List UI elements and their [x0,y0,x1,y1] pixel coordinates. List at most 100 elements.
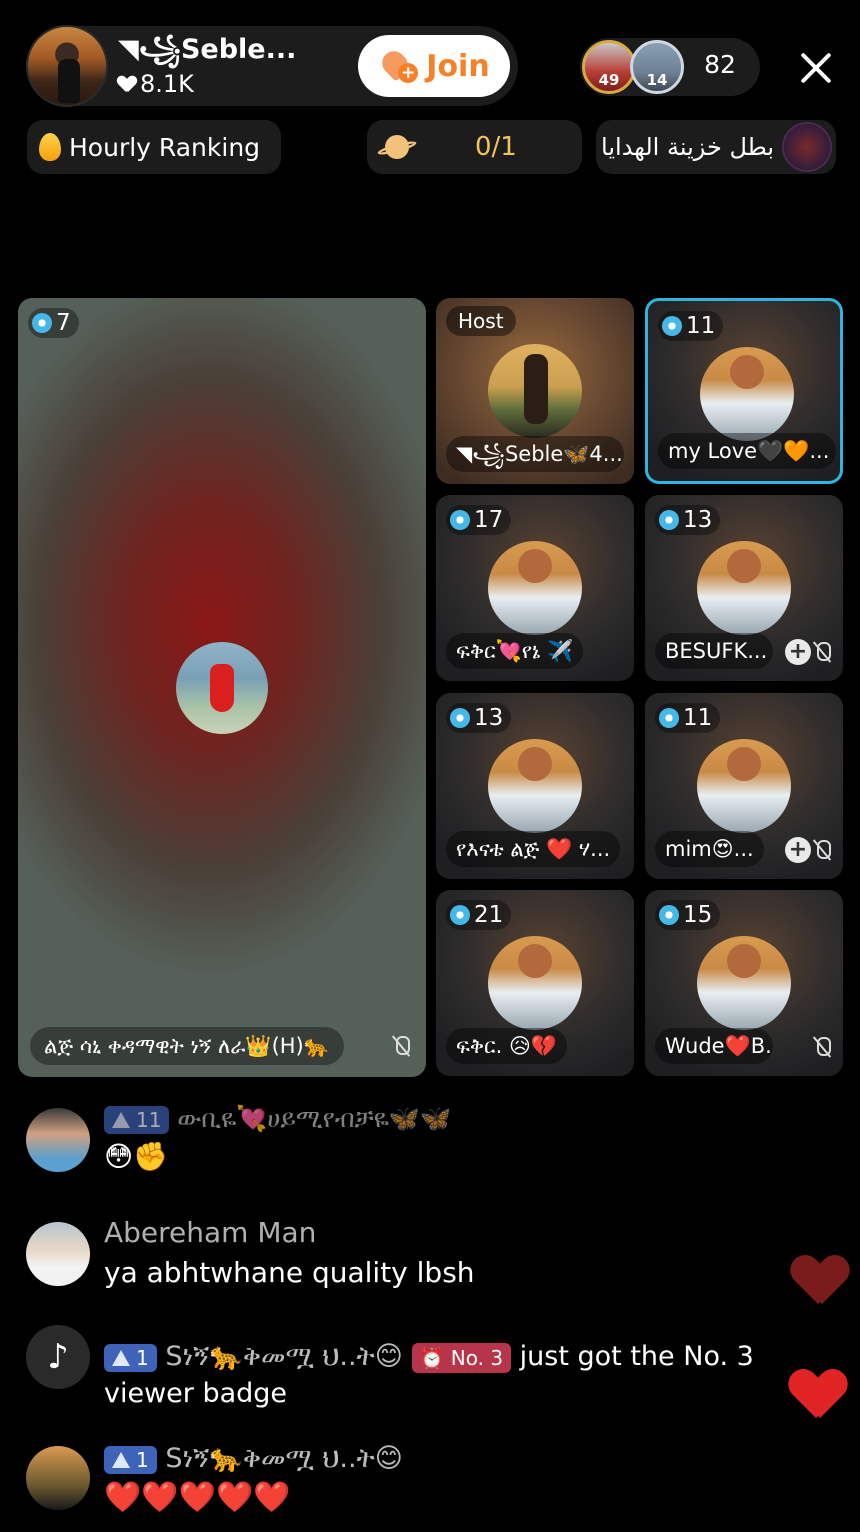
viewer-rank-badge: 49 [598,71,620,89]
gem-icon [32,313,52,333]
level-triangle-icon [112,1349,130,1366]
gift-goal-pill[interactable]: 0/1 [367,120,582,174]
chat-sender-name: Sነኝ🐆ቅመሟ ህ..ት😊 [165,1443,403,1474]
follow-plus-icon[interactable]: + [785,837,811,863]
chat-sender-name[interactable]: Sነኝ🐆ቅመሟ ህ..ት😊 [165,1341,403,1372]
guest-avatar [697,739,791,833]
host-tile[interactable]: Host ◥꧁Seble🦋4... [436,298,634,484]
mic-muted-icon [390,1035,412,1057]
gem-icon [659,905,679,925]
chat-avatar[interactable] [26,1446,90,1510]
gem-icon [662,316,682,336]
host-avatar[interactable] [26,25,108,107]
tile-name-label: የእናቴ ልጅ ❤️ ሃ... [446,831,621,867]
gem-icon [659,708,679,728]
chat-message-continued: viewer badge [104,1378,288,1409]
gift-hero-avatar [782,122,832,172]
gem-count: 13 [474,705,504,731]
level-badge: 1 [104,1343,157,1372]
guest-avatar [697,541,791,635]
gift-hero-pill[interactable]: بطل خزينة الهدايا [596,120,836,174]
host-likes: 8.1K [118,70,194,98]
gem-badge: 15 [655,900,721,930]
gem-count: 13 [683,507,713,533]
gem-count: 15 [683,902,713,928]
gem-icon [659,510,679,530]
chat-message: ❤️❤️❤️❤️❤️ [104,1480,291,1515]
planet-icon [376,130,418,164]
guest-tile[interactable]: 11 mim😍... + [645,693,843,879]
guest-avatar [488,936,582,1030]
hourly-ranking-label: Hourly Ranking [69,132,261,162]
gem-badge: 21 [446,900,512,930]
gem-badge: 17 [446,505,512,535]
gem-count: 11 [683,705,713,731]
tile-name-label: ፍቅር. 😥💔 [446,1028,567,1064]
level-badge: 11 [104,1106,170,1134]
guest-name-label: ልጅ ሳኒ ቀዳማዊት ነኝ ለራ👑(H)🐆 [30,1027,344,1065]
gift-goal-count: 0/1 [475,132,517,162]
tile-name-label: Wude❤️B... [655,1028,773,1064]
hourly-ranking-button[interactable]: Hourly Ranking [27,120,281,174]
gift-hero-label: بطل خزينة الهدايا [601,133,774,161]
gem-badge: 13 [655,505,721,535]
host-likes-count: 8.1K [140,70,194,98]
host-badge: Host [446,306,516,336]
main-guest-tile[interactable]: 7 ልጅ ሳኒ ቀዳማዊት ነኝ ለራ👑(H)🐆 [18,298,426,1077]
chat-message: just got the No. 3 [519,1341,754,1372]
guest-avatar [700,347,794,441]
level-triangle-icon [112,1112,130,1128]
gem-icon [450,708,470,728]
join-label: Join [426,48,490,84]
tiktok-logo-icon: ♪ [26,1325,90,1389]
chat-system-message: 1 Sነኝ🐆ቅመሟ ህ..ት😊 ⏰ No. 3 just got the No.… [104,1340,754,1373]
chat-sender[interactable]: 11 ውቢዬ💘ሀይሚየብቻዬ🦋🦋 [104,1104,451,1134]
chat-sender-name[interactable]: Abereham Man [104,1216,316,1249]
gem-badge: 11 [655,703,721,733]
heart-icon [118,76,136,92]
follow-plus-icon[interactable]: + [785,639,811,665]
chat-avatar[interactable] [26,1108,90,1172]
floating-heart-icon [792,1256,848,1306]
join-button[interactable]: + Join [358,35,510,97]
close-button[interactable] [790,42,842,94]
top-viewer-avatar-2[interactable]: 14 [630,40,684,94]
tile-name-label: my Love🖤🧡... [658,433,836,469]
guest-tile[interactable]: 15 Wude❤️B... [645,890,843,1076]
floating-heart-icon [790,1370,846,1420]
tile-name-label: ፍቅር💘የኔ ✈️ [446,633,584,669]
chat-sender[interactable]: 1 Sነኝ🐆ቅመሟ ህ..ት😊 [104,1442,403,1475]
viewer-rank-badge: 14 [646,71,668,89]
viewer-count[interactable]: 82 [690,50,750,79]
guest-avatar[interactable] [176,642,268,734]
guest-tile[interactable]: 17 ፍቅር💘የኔ ✈️ [436,495,634,681]
gem-count: 17 [474,507,504,533]
top-viewer-avatar-1[interactable]: 49 [582,40,636,94]
level-triangle-icon [112,1451,130,1468]
chat-avatar[interactable] [26,1222,90,1286]
guest-avatar [488,541,582,635]
tile-name-label: mim😍... [655,831,764,867]
guest-tile[interactable]: 13 BESUFK... + [645,495,843,681]
guest-tile[interactable]: 13 የእናቴ ልጅ ❤️ ሃ... [436,693,634,879]
mic-muted-icon [811,641,833,663]
guest-tile[interactable]: 11 my Love🖤🧡... [645,298,843,484]
chat-sender-name: ውቢዬ💘ሀይሚየብቻዬ🦋🦋 [177,1104,452,1133]
viewer-rank-badge: ⏰ No. 3 [411,1342,512,1373]
level-badge: 1 [104,1445,157,1474]
heart-plus-icon: + [377,46,419,83]
guest-avatar [488,739,582,833]
chat-message: 😳✊ [104,1140,169,1173]
mic-muted-icon [811,1036,833,1058]
chat-message: ya abhtwhane quality lbsh [104,1256,475,1289]
tile-name-label: ◥꧁Seble🦋4... [446,436,624,472]
tile-name-label: BESUFK... [655,633,773,669]
flame-icon [39,133,61,161]
gem-badge: 11 [658,311,724,341]
gem-count: 21 [474,902,504,928]
host-tile-avatar [488,344,582,438]
mic-muted-icon [811,839,833,861]
gem-icon [450,510,470,530]
gem-icon [450,905,470,925]
guest-tile[interactable]: 21 ፍቅር. 😥💔 [436,890,634,1076]
